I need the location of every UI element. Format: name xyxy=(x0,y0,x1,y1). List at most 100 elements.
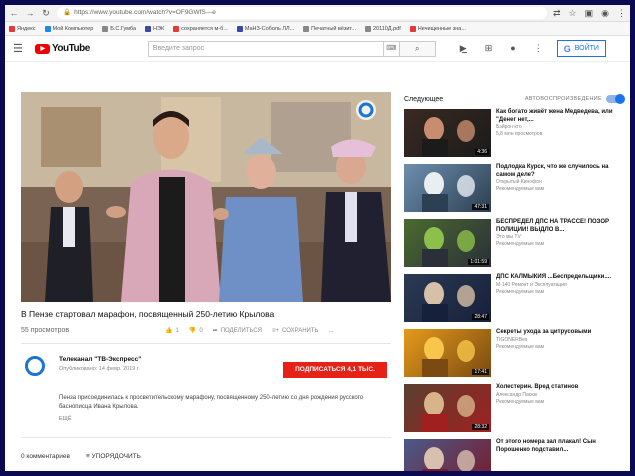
recommended-video-meta: 5,8 млн просмотров xyxy=(496,131,543,137)
recommended-video-info: ДПС КАЛМЫКИЯ ...Беспредельщики.... М-140 … xyxy=(496,274,626,322)
recommended-video-title[interactable]: Секреты ухода за цитрусовыми xyxy=(496,329,626,337)
bookmark-label: 20110Д.pdf xyxy=(372,25,401,32)
bookmark-item[interactable]: Печатный вёзит... xyxy=(303,25,356,32)
recommended-video-meta: Рекомендуемые вам xyxy=(496,398,545,405)
bookmark-icon xyxy=(145,25,152,32)
video-thumbnail[interactable] xyxy=(404,439,491,471)
extension-icon[interactable]: ▣ xyxy=(585,8,594,19)
star-icon[interactable]: ☆ xyxy=(569,8,577,19)
recommended-video-title[interactable]: Как богато живёт жена Медведева, или "Де… xyxy=(496,109,626,124)
sort-comments-button[interactable]: ≡ УПОРЯДОЧИТЬ xyxy=(86,453,141,460)
url-text: https://www.youtube.com/watch?v=OF9GWfS—… xyxy=(74,9,216,16)
bookmark-item[interactable]: НЭК xyxy=(145,25,164,32)
bookmark-label: Нечищенные зна... xyxy=(417,25,466,32)
youtube-header: ☰ ▶ YouTube Введите запрос ⌨ ⌕ ▶̲ ⊞ ● ⋮ … xyxy=(5,36,630,62)
recommended-video-meta: Рекомендуемые вам xyxy=(496,186,545,192)
bookmark-item[interactable]: МаНЗ-Соболь ЛЛ... xyxy=(236,25,295,32)
publish-date: Опубликовано: 14 февр. 2019 г. xyxy=(59,366,140,372)
bookmark-item[interactable]: сохраняется м-б... xyxy=(173,25,228,32)
video-thumbnail[interactable]: 4:36 xyxy=(404,109,491,157)
video-duration: 47:31 xyxy=(472,204,489,210)
logo-text: YouTube xyxy=(52,43,90,54)
recommended-video-channel: TIGONERBes xyxy=(496,336,528,343)
recommended-video-title[interactable]: От этого номера зал плакал! Сын Порошенк… xyxy=(496,439,626,454)
bookmark-label: МаНЗ-Соболь ЛЛ... xyxy=(244,25,295,32)
forward-icon[interactable]: → xyxy=(25,8,35,18)
share-button[interactable]: ➦ ПОДЕЛИТЬСЯ xyxy=(213,327,262,335)
keyboard-icon[interactable]: ⌨ xyxy=(383,40,400,57)
bookmark-icon xyxy=(102,25,109,32)
recommended-video[interactable]: 28:32 Холестерин. Вред статинов Александр … xyxy=(404,384,626,432)
video-duration: 1:01:59 xyxy=(468,259,489,265)
reload-icon[interactable]: ↻ xyxy=(41,8,51,19)
thumbs-down-icon: 👎 xyxy=(188,328,197,334)
subscribe-button[interactable]: ПОДПИСАТЬСЯ 4,1 ТЫС. xyxy=(283,362,387,378)
show-more-link[interactable]: ЕЩЁ xyxy=(59,416,72,422)
recommended-video-channel: Это мы TV xyxy=(496,234,521,240)
recommended-video-title[interactable]: ДПС КАЛМЫКИЯ ...Беспредельщики.... xyxy=(496,274,626,282)
play-logo-icon: ▶ xyxy=(35,43,50,54)
like-count: 1 xyxy=(175,327,179,334)
view-count: 55 просмотров xyxy=(21,327,70,334)
youtube-logo[interactable]: ▶ YouTube xyxy=(35,43,90,54)
video-thumbnail[interactable]: 47:31 xyxy=(404,164,491,212)
bookmark-item[interactable]: Яндекс xyxy=(9,25,36,32)
bookmark-item[interactable]: Мой Компьютер xyxy=(44,25,94,32)
recommended-video-info: Как богато живёт жена Медведева, или "Де… xyxy=(496,109,626,157)
recommended-video-meta: Рекомендуемые вам xyxy=(496,241,545,247)
recommended-video-channel: Открытый Кинофон xyxy=(496,179,542,185)
translate-icon[interactable]: ⇄ xyxy=(553,8,561,19)
recommended-video[interactable]: 47:31 Подлодка Курск, что же случилось на… xyxy=(404,164,626,212)
video-player[interactable] xyxy=(21,92,391,302)
recommended-video-info: Подлодка Курск, что же случилось на само… xyxy=(496,164,626,212)
video-duration: 17:41 xyxy=(472,369,489,375)
messages-icon[interactable]: ● xyxy=(510,43,515,54)
autoplay-toggle[interactable] xyxy=(606,94,625,104)
channel-avatar[interactable] xyxy=(25,356,45,376)
google-icon: G xyxy=(563,43,571,54)
like-button[interactable]: 👍 1 xyxy=(165,327,179,335)
apps-icon[interactable]: ⊞ xyxy=(485,43,493,54)
dislike-button[interactable]: 👎 0 xyxy=(188,327,203,335)
search-input[interactable]: Введите запрос xyxy=(147,40,384,57)
thumbnail-image xyxy=(422,447,475,471)
recommended-video[interactable]: 17:41 Секреты ухода за цитрусовыми TIGONER… xyxy=(404,329,626,377)
account-icon[interactable]: ◉ xyxy=(601,8,609,19)
recommended-video[interactable]: 28:47 ДПС КАЛМЫКИЯ ...Беспредельщики.... М… xyxy=(404,274,626,322)
recommended-video-channel: Александр Пасюк xyxy=(496,391,538,398)
recommended-video[interactable]: 4:36 Как богато живёт жена Медведева, или… xyxy=(404,109,626,157)
url-field[interactable]: 🔒 https://www.youtube.com/watch?v=OF9GWfS… xyxy=(57,7,547,19)
video-duration: 4:36 xyxy=(475,149,489,155)
upload-video-icon[interactable]: ▶̲ xyxy=(460,43,467,54)
login-button[interactable]: G ВОЙТИ xyxy=(556,40,606,57)
bookmark-icon xyxy=(236,25,243,32)
video-thumbnail[interactable]: 28:32 xyxy=(404,384,491,432)
bookmark-item[interactable]: 20110Д.pdf xyxy=(364,25,401,32)
bookmark-item[interactable]: Нечищенные зна... xyxy=(409,25,466,32)
search-button[interactable]: ⌕ xyxy=(399,40,436,57)
video-thumbnail[interactable]: 1:01:59 xyxy=(404,219,491,267)
settings-dots-icon[interactable]: ⋮ xyxy=(534,43,543,54)
browser-window: ← → ↻ 🔒 https://www.youtube.com/watch?v=O… xyxy=(5,5,630,471)
bookmark-label: Яндекс xyxy=(17,25,36,32)
bookmark-label: Мой Компьютер xyxy=(52,25,94,32)
hamburger-icon[interactable]: ☰ xyxy=(13,42,25,55)
video-thumbnail[interactable]: 28:47 xyxy=(404,274,491,322)
lock-icon: 🔒 xyxy=(63,9,72,16)
recommended-video-meta: Рекомендуемые вам xyxy=(496,288,545,295)
save-button[interactable]: ≡+ СОХРАНИТЬ xyxy=(272,328,318,334)
menu-icon[interactable]: ⋮ xyxy=(617,8,626,19)
add-playlist-icon: ≡+ xyxy=(272,327,280,334)
channel-name[interactable]: Телеканал "ТВ-Экспресс" xyxy=(59,356,141,363)
more-actions-button[interactable]: ... xyxy=(328,328,333,334)
recommended-video[interactable]: От этого номера зал плакал! Сын Порошенк… xyxy=(404,439,626,471)
bookmark-label: Б.С.Гумба xyxy=(110,25,137,32)
up-next-header: Следующее АВТОВОСПРОИЗВЕДЕНИЕ xyxy=(404,94,625,104)
recommended-video[interactable]: 1:01:59 БЕСПРЕДЕЛ ДПС НА ТРАССЕ! ПОЗОР ПО… xyxy=(404,219,626,267)
video-thumbnail[interactable]: 17:41 xyxy=(404,329,491,377)
back-icon[interactable]: ← xyxy=(9,8,19,18)
recommended-video-title[interactable]: Холестерин. Вред статинов xyxy=(496,384,626,392)
recommended-video-title[interactable]: Подлодка Курск, что же случилось на само… xyxy=(496,164,626,179)
recommended-video-title[interactable]: БЕСПРЕДЕЛ ДПС НА ТРАССЕ! ПОЗОР ПОЛИЦИИ! … xyxy=(496,219,626,234)
bookmark-item[interactable]: Б.С.Гумба xyxy=(102,25,137,32)
